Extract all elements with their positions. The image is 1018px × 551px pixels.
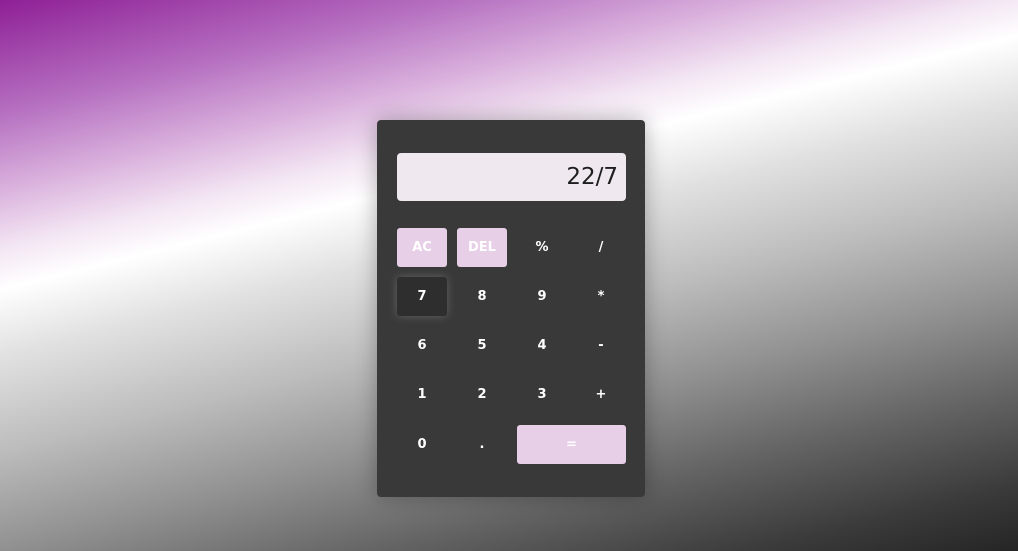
digit-9-button[interactable]: 9 — [517, 277, 567, 316]
digit-2-button[interactable]: 2 — [457, 375, 507, 414]
subtract-button[interactable]: - — [576, 326, 626, 365]
digit-6-button[interactable]: 6 — [397, 326, 447, 365]
percent-button[interactable]: % — [517, 228, 567, 267]
digit-4-button[interactable]: 4 — [517, 326, 567, 365]
digit-7-button[interactable]: 7 — [397, 277, 447, 316]
digit-3-button[interactable]: 3 — [517, 375, 567, 414]
clear-button[interactable]: AC — [397, 228, 447, 267]
digit-5-button[interactable]: 5 — [457, 326, 507, 365]
digit-1-button[interactable]: 1 — [397, 375, 447, 414]
multiply-button[interactable]: * — [576, 277, 626, 316]
digit-0-button[interactable]: 0 — [397, 425, 447, 464]
delete-button[interactable]: DEL — [457, 228, 507, 267]
decimal-point-button[interactable]: . — [457, 425, 507, 464]
calculator-display: 22/7 — [397, 153, 626, 201]
equals-button[interactable]: = — [517, 425, 626, 464]
calculator: 22/7 AC DEL % / 7 8 9 * 6 5 4 - 1 2 3 + … — [377, 120, 645, 497]
divide-button[interactable]: / — [576, 228, 626, 267]
digit-8-button[interactable]: 8 — [457, 277, 507, 316]
add-button[interactable]: + — [576, 375, 626, 414]
